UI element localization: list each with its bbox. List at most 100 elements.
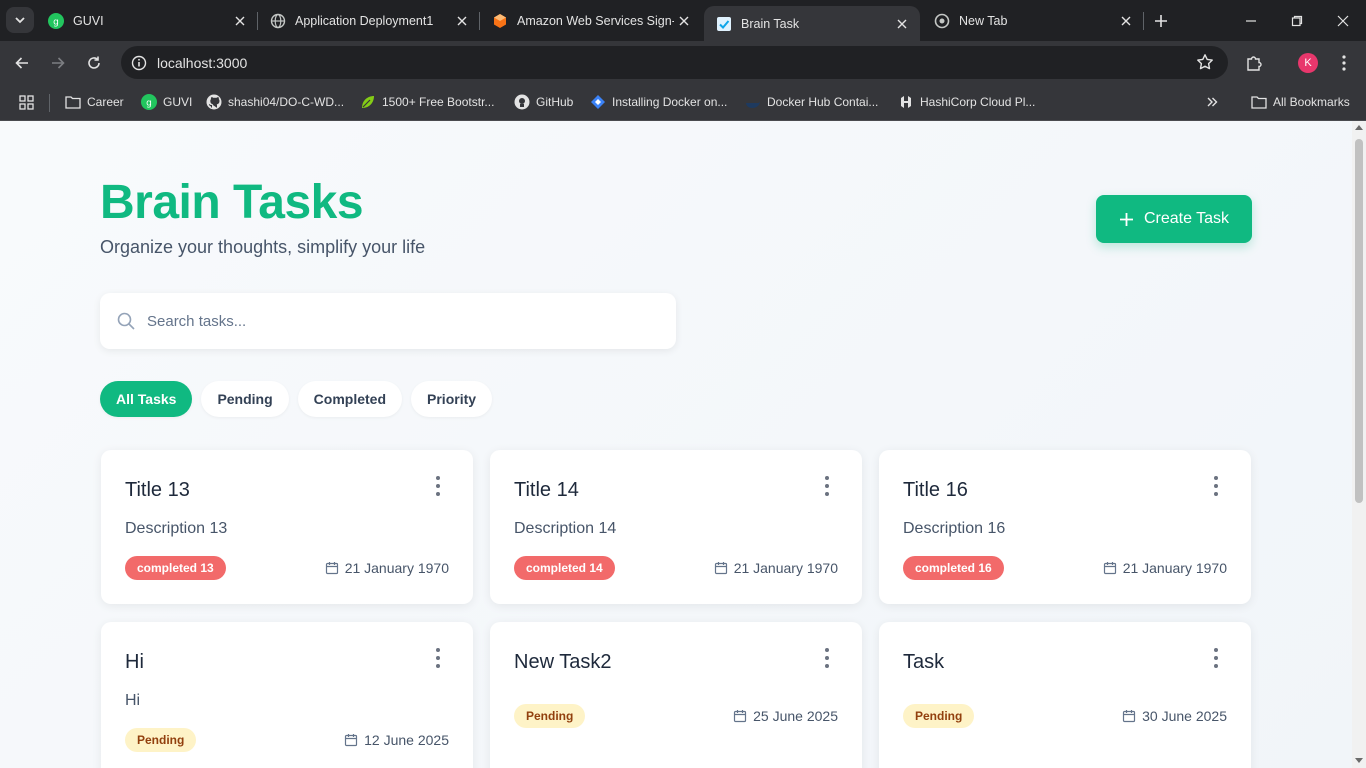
task-card[interactable]: Task Pending 30 June 2025 bbox=[879, 622, 1251, 768]
search-input[interactable] bbox=[147, 312, 627, 330]
search-icon bbox=[117, 312, 135, 330]
reload-button[interactable] bbox=[80, 49, 108, 77]
filter-pending[interactable]: Pending bbox=[201, 381, 289, 417]
folder-icon bbox=[65, 94, 81, 110]
bookmark-guvi[interactable]: g GUVI bbox=[141, 92, 192, 112]
task-date: 12 June 2025 bbox=[344, 728, 449, 752]
filter-priority[interactable]: Priority bbox=[411, 381, 493, 417]
status-badge: Pending bbox=[125, 728, 197, 752]
status-badge: completed 16 bbox=[903, 556, 1004, 580]
new-tab-button[interactable] bbox=[1150, 10, 1172, 32]
task-description: Description 13 bbox=[125, 520, 228, 537]
github-icon bbox=[206, 94, 222, 110]
aws-icon bbox=[492, 13, 508, 29]
tab-search-button[interactable] bbox=[6, 7, 34, 33]
status-badge: Pending bbox=[903, 704, 975, 728]
more-bookmarks-button[interactable] bbox=[1204, 92, 1226, 112]
filter-all-tasks[interactable]: All Tasks bbox=[100, 381, 193, 417]
tab-aws-sign-in[interactable]: Amazon Web Services Sign-In bbox=[480, 0, 702, 41]
bookmark-installing-docker[interactable]: Installing Docker on... bbox=[590, 92, 727, 112]
restore-button[interactable] bbox=[1274, 0, 1320, 41]
scroll-down-arrow-icon[interactable] bbox=[1355, 758, 1363, 763]
extensions-button[interactable] bbox=[1240, 49, 1268, 77]
bookmark-github-repo[interactable]: shashi04/DO-C-WD... bbox=[206, 92, 344, 112]
close-icon[interactable] bbox=[674, 11, 694, 31]
close-icon[interactable] bbox=[892, 14, 912, 34]
more-vertical-icon bbox=[1214, 476, 1218, 480]
all-bookmarks-button[interactable]: All Bookmarks bbox=[1251, 92, 1350, 112]
create-task-button[interactable]: Create Task bbox=[1096, 195, 1252, 243]
apps-button[interactable] bbox=[18, 92, 40, 112]
task-date: 21 January 1970 bbox=[714, 556, 838, 580]
bookmark-label: GUVI bbox=[163, 95, 193, 109]
calendar-icon bbox=[344, 733, 358, 747]
task-menu-button[interactable] bbox=[820, 648, 834, 668]
restore-icon bbox=[1291, 15, 1303, 26]
arrow-right-icon bbox=[52, 57, 65, 69]
forward-button[interactable] bbox=[44, 49, 72, 77]
browser-menu-button[interactable] bbox=[1330, 49, 1358, 77]
bookmark-star-icon[interactable] bbox=[1196, 53, 1214, 76]
chrome-icon bbox=[934, 13, 950, 29]
close-icon bbox=[1337, 15, 1349, 26]
tab-title: New Tab bbox=[959, 13, 1008, 28]
bookmarks-bar: Career g GUVI shashi04/DO-C-WD... 1500+ … bbox=[0, 84, 1366, 121]
bookmark-docker-hub[interactable]: Docker Hub Contai... bbox=[745, 92, 878, 112]
calendar-icon bbox=[733, 709, 747, 723]
bookmark-bootstrap[interactable]: 1500+ Free Bootstr... bbox=[360, 92, 494, 112]
task-date: 21 January 1970 bbox=[325, 556, 449, 580]
task-card[interactable]: Title 16 Description 16 completed 16 21 … bbox=[879, 450, 1251, 604]
calendar-icon bbox=[1103, 561, 1117, 575]
task-date-text: 21 January 1970 bbox=[733, 560, 838, 576]
task-menu-button[interactable] bbox=[431, 476, 445, 496]
tab-guvi[interactable]: g GUVI bbox=[36, 0, 258, 41]
bookmark-label: All Bookmarks bbox=[1273, 95, 1350, 109]
scrollbar-thumb[interactable] bbox=[1355, 139, 1363, 503]
double-chevron-right-icon bbox=[1204, 94, 1220, 110]
hashicorp-icon bbox=[898, 94, 914, 110]
task-card[interactable]: Title 13 Description 13 completed 13 21 … bbox=[101, 450, 473, 604]
page-scrollbar[interactable] bbox=[1352, 121, 1366, 768]
task-menu-button[interactable] bbox=[820, 476, 834, 496]
bookmark-hashicorp[interactable]: HashiCorp Cloud Pl... bbox=[898, 92, 1035, 112]
task-title: New Task2 bbox=[514, 651, 612, 673]
filter-completed[interactable]: Completed bbox=[297, 381, 403, 417]
close-icon[interactable] bbox=[230, 11, 250, 31]
page-viewport: Brain Tasks Organize your thoughts, simp… bbox=[0, 121, 1352, 768]
calendar-icon bbox=[325, 561, 339, 575]
close-window-button[interactable] bbox=[1320, 0, 1366, 41]
task-card[interactable]: Hi Hi Pending 12 June 2025 bbox=[101, 622, 473, 768]
url-text: localhost:3000 bbox=[157, 54, 248, 71]
close-icon[interactable] bbox=[1116, 11, 1136, 31]
page-title: Brain Tasks bbox=[100, 176, 364, 229]
task-date-text: 25 June 2025 bbox=[753, 708, 838, 724]
scroll-up-arrow-icon[interactable] bbox=[1355, 125, 1363, 130]
profile-button[interactable]: K bbox=[1294, 49, 1322, 77]
task-card[interactable]: Title 14 Description 14 completed 14 21 … bbox=[490, 450, 862, 604]
leaf-icon bbox=[360, 94, 376, 110]
bookmark-career[interactable]: Career bbox=[65, 92, 124, 112]
page-subtitle: Organize your thoughts, simplify your li… bbox=[100, 237, 426, 257]
minimize-button[interactable] bbox=[1228, 0, 1274, 41]
bookmark-github[interactable]: GitHub bbox=[514, 92, 573, 112]
task-menu-button[interactable] bbox=[431, 648, 445, 668]
task-menu-button[interactable] bbox=[1209, 648, 1223, 668]
task-date-text: 12 June 2025 bbox=[364, 732, 449, 748]
tab-new-tab[interactable]: New Tab bbox=[922, 0, 1144, 41]
bookmark-label: Docker Hub Contai... bbox=[767, 95, 879, 109]
svg-text:g: g bbox=[53, 17, 59, 27]
tab-application-deployment[interactable]: Application Deployment1 bbox=[258, 0, 480, 41]
task-card[interactable]: New Task2 Pending 25 June 2025 bbox=[490, 622, 862, 768]
task-menu-button[interactable] bbox=[1209, 476, 1223, 496]
address-bar[interactable]: localhost:3000 bbox=[121, 46, 1228, 79]
task-date-text: 21 January 1970 bbox=[344, 560, 449, 576]
close-icon[interactable] bbox=[452, 11, 472, 31]
more-vertical-icon bbox=[1214, 648, 1218, 652]
more-vertical-icon bbox=[1342, 55, 1346, 71]
back-button[interactable] bbox=[8, 49, 36, 77]
reload-icon bbox=[88, 56, 100, 69]
task-description: Description 16 bbox=[903, 520, 1006, 537]
status-badge: Pending bbox=[514, 704, 586, 728]
tab-brain-task[interactable]: Brain Task bbox=[704, 6, 920, 41]
site-info-icon[interactable] bbox=[129, 53, 149, 73]
